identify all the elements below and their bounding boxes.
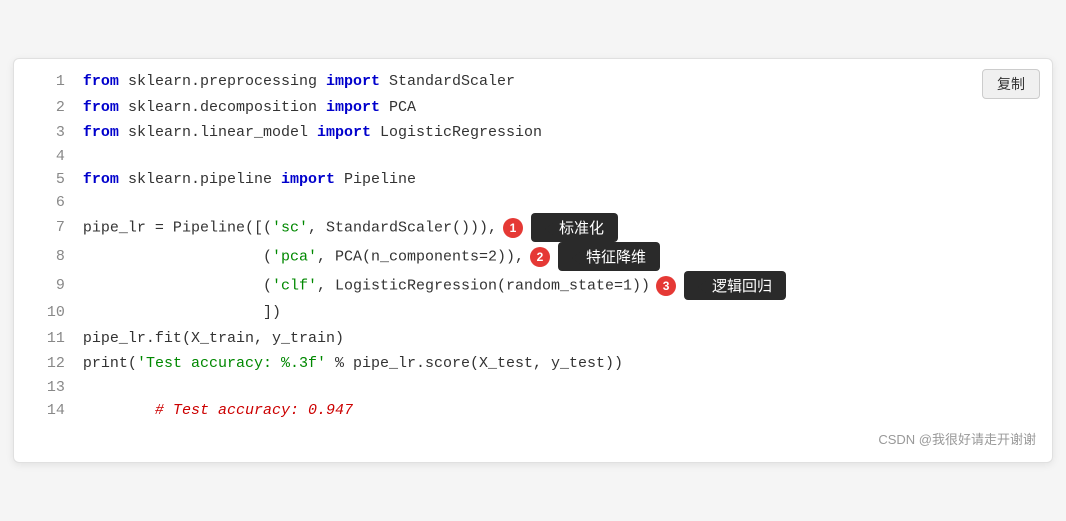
line-number: 2 [14,95,83,121]
code-line: 12print('Test accuracy: %.3f' % pipe_lr.… [14,351,1052,377]
line-content: # Test accuracy: 0.947 [83,398,1052,424]
annotation-tooltip: 逻辑回归 [684,271,786,300]
code-line: 6 [14,192,1052,213]
line-number: 9 [14,271,83,300]
code-line: 2from sklearn.decomposition import PCA [14,95,1052,121]
code-block: 复制 1from sklearn.preprocessing import St… [13,58,1053,463]
line-number: 7 [14,213,83,242]
annotation-badge: 1 [503,218,523,238]
code-line: 5from sklearn.pipeline import Pipeline [14,167,1052,193]
line-content [83,192,1052,213]
line-number: 3 [14,120,83,146]
code-line: 14 # Test accuracy: 0.947 [14,398,1052,424]
annotation-tooltip: 标准化 [531,213,618,242]
code-line: 11pipe_lr.fit(X_train, y_train) [14,326,1052,352]
line-content: from sklearn.preprocessing import Standa… [83,69,1052,95]
line-number: 11 [14,326,83,352]
line-number: 4 [14,146,83,167]
line-number: 6 [14,192,83,213]
line-number: 13 [14,377,83,398]
code-line: 10 ]) [14,300,1052,326]
line-number: 5 [14,167,83,193]
line-content: ('clf', LogisticRegression(random_state=… [83,271,1052,300]
code-line: 4 [14,146,1052,167]
line-number: 8 [14,242,83,271]
line-content: pipe_lr = Pipeline([('sc', StandardScale… [83,213,1052,242]
line-content [83,377,1052,398]
code-line: 9 ('clf', LogisticRegression(random_stat… [14,271,1052,300]
line-content: pipe_lr.fit(X_train, y_train) [83,326,1052,352]
line-content [83,146,1052,167]
annotation-badge: 3 [656,276,676,296]
annotation-badge: 2 [530,247,550,267]
code-line: 7pipe_lr = Pipeline([('sc', StandardScal… [14,213,1052,242]
code-line: 13 [14,377,1052,398]
line-content: ('pca', PCA(n_components=2)),2特征降维 [83,242,1052,271]
line-number: 10 [14,300,83,326]
line-number: 1 [14,69,83,95]
line-number: 14 [14,398,83,424]
line-content: from sklearn.linear_model import Logisti… [83,120,1052,146]
line-content: ]) [83,300,1052,326]
line-content: from sklearn.pipeline import Pipeline [83,167,1052,193]
line-number: 12 [14,351,83,377]
code-line: 1from sklearn.preprocessing import Stand… [14,69,1052,95]
code-line: 3from sklearn.linear_model import Logist… [14,120,1052,146]
code-lines: 1from sklearn.preprocessing import Stand… [14,69,1052,423]
annotation-tooltip: 特征降维 [558,242,660,271]
copy-button[interactable]: 复制 [982,69,1040,99]
line-content: from sklearn.decomposition import PCA [83,95,1052,121]
csdn-footer: CSDN @我很好请走开谢谢 [14,423,1052,452]
line-content: print('Test accuracy: %.3f' % pipe_lr.sc… [83,351,1052,377]
code-line: 8 ('pca', PCA(n_components=2)),2特征降维 [14,242,1052,271]
